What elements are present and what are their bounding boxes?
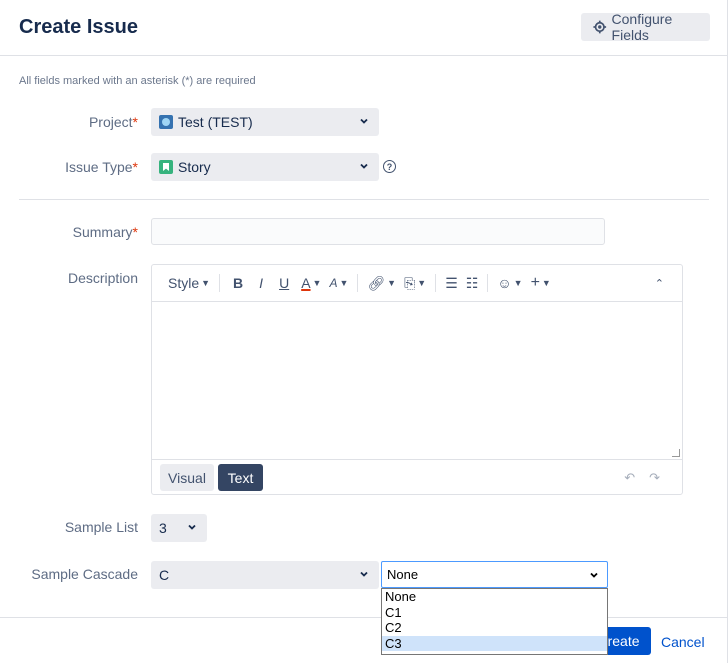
numbered-list-button[interactable]: ☷ <box>462 271 483 295</box>
chevron-down-icon <box>188 524 196 530</box>
description-editor: Style ▼ B I U A ▼ A ▼ 🔗︎ ▼ ⎘ ▼ ☰ ☷ ☺ ▼ + ▼ ⌃ Vi… <box>151 264 683 495</box>
project-value: Test (TEST) <box>178 114 253 130</box>
attachment-button[interactable]: ⎘ ▼ <box>400 271 430 295</box>
issue-type-select[interactable]: Story <box>151 153 379 181</box>
dropdown-option-highlighted[interactable]: C3 <box>382 635 607 651</box>
sample-cascade-parent-select[interactable]: C <box>151 561 379 589</box>
emoji-icon: ☺ <box>497 275 512 291</box>
text-mode-tab[interactable]: Text <box>218 464 263 491</box>
dropdown-option[interactable]: None <box>382 589 607 605</box>
required-asterisk: * <box>132 114 138 130</box>
emoji-button[interactable]: ☺ ▼ <box>493 271 526 295</box>
resize-handle-icon[interactable] <box>672 449 680 457</box>
configure-fields-label: Configure Fields <box>611 11 673 43</box>
chevron-down-icon: ▼ <box>312 278 322 288</box>
configure-fields-button[interactable]: Configure Fields <box>581 11 710 43</box>
insert-more-button[interactable]: + ▼ <box>527 271 555 295</box>
chevron-down-icon <box>360 571 368 577</box>
chevron-down-icon: ▼ <box>513 278 523 288</box>
summary-input[interactable] <box>151 218 605 245</box>
attachment-icon: ⎘ <box>404 274 416 291</box>
chevron-down-icon: ▼ <box>417 278 427 288</box>
toolbar-divider <box>487 274 489 292</box>
plus-icon: + <box>530 274 540 291</box>
help-icon[interactable]: ? <box>383 160 396 173</box>
gear-icon <box>593 20 607 34</box>
bullet-list-button[interactable]: ☰ <box>441 271 462 295</box>
project-avatar-icon <box>159 115 173 129</box>
issue-type-label: Issue Type* <box>0 159 138 175</box>
chevron-down-icon: ▼ <box>541 278 551 288</box>
sample-list-label: Sample List <box>64 519 138 535</box>
cascade-child-value: None <box>387 567 419 582</box>
bold-button[interactable]: B <box>225 271 251 295</box>
description-textarea[interactable] <box>152 302 682 459</box>
dialog-title: Create Issue <box>19 16 138 38</box>
required-asterisk: * <box>132 224 138 240</box>
cascade-parent-value: C <box>159 567 170 583</box>
editor-footer: Visual Text ↶ ↷ <box>152 459 682 494</box>
underline-button[interactable]: U <box>271 271 297 295</box>
link-button[interactable]: 🔗︎ ▼ <box>363 271 400 295</box>
chevron-down-icon <box>360 163 368 169</box>
bullet-list-icon: ☰ <box>445 274 458 291</box>
summary-label-text: Summary <box>72 224 133 240</box>
dropdown-option[interactable]: C1 <box>382 605 607 621</box>
text-color-icon: A <box>301 275 311 291</box>
project-label: Project* <box>0 114 138 130</box>
numbered-list-icon: ☷ <box>465 274 479 291</box>
issue-type-label-text: Issue Type <box>65 159 133 175</box>
text-color-button[interactable]: A ▼ <box>297 271 325 295</box>
project-label-text: Project <box>88 114 133 130</box>
story-icon <box>159 160 173 174</box>
section-divider <box>19 199 709 200</box>
issue-type-value: Story <box>178 159 211 175</box>
create-issue-dialog: Create Issue Configure Fields All fields… <box>0 0 728 663</box>
chevron-down-icon <box>360 118 368 124</box>
collapse-toolbar-button[interactable]: ⌃ <box>651 271 668 295</box>
undo-redo-group: ↶ ↷ <box>624 470 660 486</box>
double-chevron-up-icon: ⌃ <box>654 277 664 290</box>
dropdown-option[interactable]: C2 <box>382 620 607 636</box>
sample-cascade-child-select[interactable]: None <box>381 561 608 588</box>
chevron-down-icon: ▼ <box>201 278 211 288</box>
description-label: Description <box>67 270 138 286</box>
dialog-header: Create Issue Configure Fields <box>0 0 728 56</box>
toolbar-divider <box>435 274 437 292</box>
editor-toolbar: Style ▼ B I U A ▼ A ▼ 🔗︎ ▼ ⎘ ▼ ☰ ☷ ☺ ▼ + ▼ ⌃ <box>152 265 682 302</box>
toolbar-divider <box>219 274 221 292</box>
sample-cascade-label: Sample Cascade <box>31 566 138 582</box>
chevron-down-icon: ▼ <box>339 278 349 288</box>
italic-button[interactable]: I <box>251 271 271 295</box>
summary-label: Summary* <box>0 224 138 240</box>
toolbar-divider <box>357 274 359 292</box>
chevron-down-icon: ▼ <box>387 278 397 288</box>
required-note: All fields marked with an asterisk (*) a… <box>19 75 256 87</box>
redo-icon[interactable]: ↷ <box>649 470 660 486</box>
project-select[interactable]: Test (TEST) <box>151 108 379 136</box>
more-formatting-button[interactable]: A ▼ <box>325 271 352 295</box>
more-formatting-icon: A <box>329 276 338 290</box>
style-dropdown[interactable]: Style ▼ <box>164 271 214 295</box>
required-asterisk: * <box>132 159 138 175</box>
link-icon: 🔗︎ <box>367 274 386 291</box>
sample-list-select[interactable]: 3 <box>151 514 207 542</box>
style-label: Style <box>168 275 200 291</box>
cascade-child-options: None C1 C2 C3 <box>381 588 608 655</box>
chevron-down-icon <box>590 572 598 578</box>
visual-mode-tab[interactable]: Visual <box>160 464 214 491</box>
cancel-link[interactable]: Cancel <box>661 634 705 650</box>
undo-icon[interactable]: ↶ <box>624 470 635 486</box>
sample-list-value: 3 <box>159 520 167 536</box>
